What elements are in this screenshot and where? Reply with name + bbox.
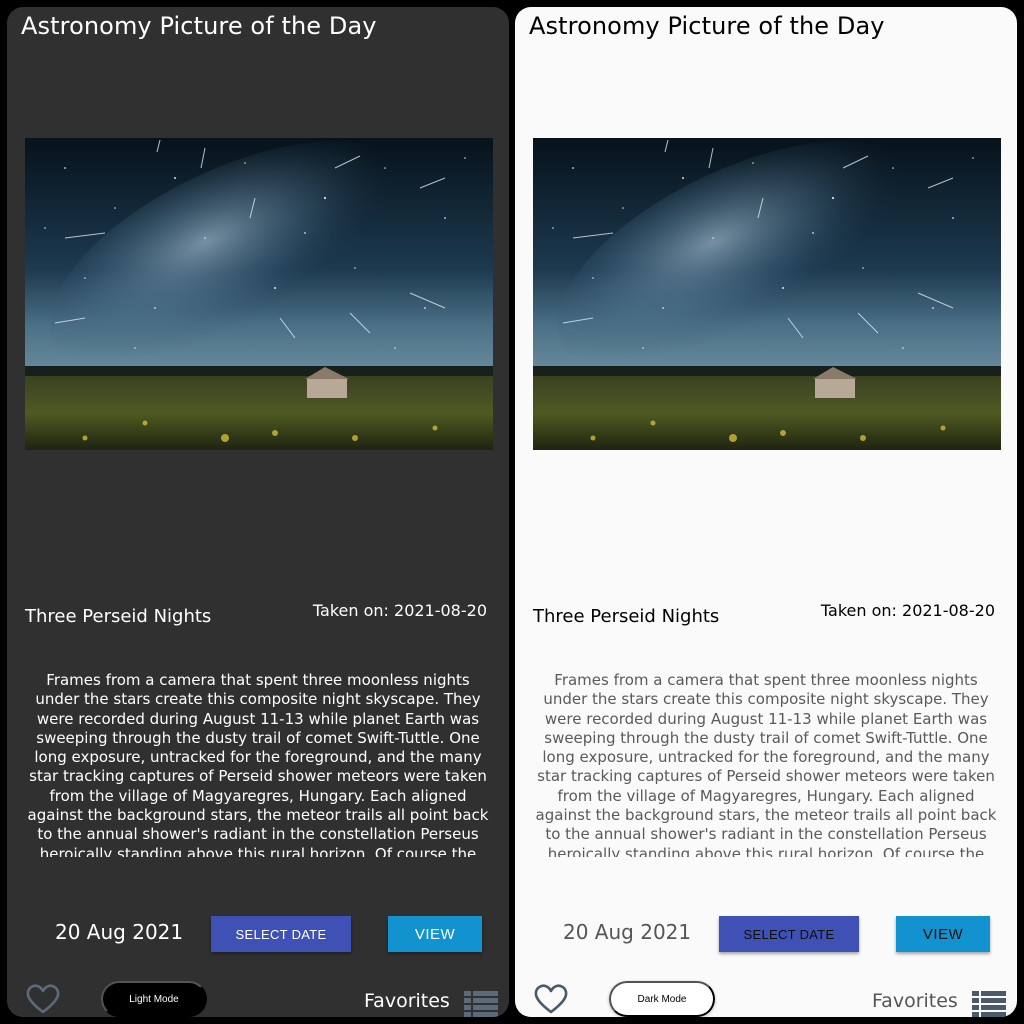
select-date-button[interactable]: SELECT DATE — [211, 916, 351, 952]
apod-photo[interactable] — [25, 138, 493, 450]
picture-title: Three Perseid Nights — [533, 606, 720, 627]
picture-description: Frames from a camera that spent three mo… — [535, 671, 997, 857]
dark-mode-toggle[interactable]: Dark Mode — [609, 981, 715, 1017]
select-date-button[interactable]: SELECT DATE — [719, 916, 859, 952]
taken-on-date: Taken on: 2021-08-20 — [820, 601, 995, 620]
heart-outline-icon[interactable] — [25, 983, 61, 1015]
selected-date: 20 Aug 2021 — [563, 920, 692, 944]
light-mode-toggle[interactable]: Light Mode — [101, 981, 207, 1017]
list-icon[interactable] — [464, 991, 498, 1017]
app-title: Astronomy Picture of the Day — [21, 12, 377, 40]
description-scroll-area[interactable]: Frames from a camera that spent three mo… — [531, 671, 1001, 857]
taken-on-date: Taken on: 2021-08-20 — [312, 601, 487, 620]
dark-theme-screen: Astronomy Picture of the Day Three Perse… — [7, 7, 509, 1017]
picture-description: Frames from a camera that spent three mo… — [27, 671, 489, 857]
selected-date: 20 Aug 2021 — [55, 920, 184, 944]
view-button[interactable]: VIEW — [896, 916, 990, 952]
view-button[interactable]: VIEW — [388, 916, 482, 952]
apod-photo[interactable] — [533, 138, 1001, 450]
screenshot-stage: Astronomy Picture of the Day Three Perse… — [0, 0, 1024, 1024]
app-title: Astronomy Picture of the Day — [529, 12, 885, 40]
light-theme-screen: Astronomy Picture of the Day Three Perse… — [515, 7, 1017, 1017]
heart-outline-icon[interactable] — [533, 983, 569, 1015]
favorites-label[interactable]: Favorites — [872, 989, 958, 1013]
picture-title: Three Perseid Nights — [25, 606, 212, 627]
description-scroll-area[interactable]: Frames from a camera that spent three mo… — [23, 671, 493, 857]
list-icon[interactable] — [972, 991, 1006, 1017]
favorites-label[interactable]: Favorites — [364, 989, 450, 1013]
